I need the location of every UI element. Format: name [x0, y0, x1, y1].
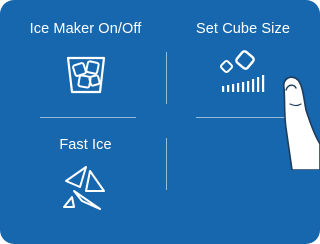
grid-divider-vertical-top — [166, 52, 167, 104]
fast-ice-label: Fast Ice — [59, 137, 112, 153]
ice-control-panel: Ice Maker On/Off Set Cube Size Fast Ice — [0, 0, 320, 244]
cube-size-icon — [219, 50, 265, 92]
grid-divider-vertical-bottom — [166, 138, 167, 190]
fast-ice-icon — [63, 166, 105, 210]
ice-maker-toggle-button[interactable]: Ice Maker On/Off — [8, 18, 163, 113]
cube-size-label: Set Cube Size — [196, 21, 290, 37]
ice-maker-label: Ice Maker On/Off — [29, 21, 142, 37]
ice-glass-icon — [66, 56, 106, 94]
pointing-hand-icon — [282, 76, 320, 170]
grid-divider-horizontal-left — [40, 117, 136, 118]
fast-ice-button[interactable]: Fast Ice — [8, 125, 163, 220]
